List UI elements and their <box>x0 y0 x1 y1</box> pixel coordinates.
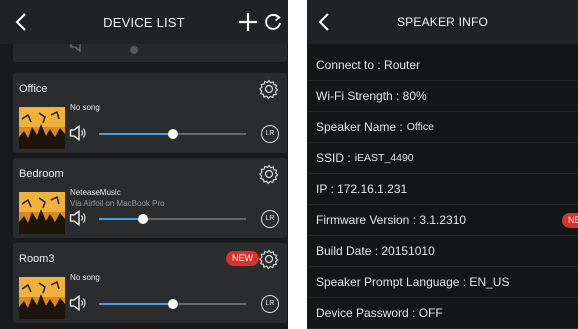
speaker-icon <box>70 44 81 52</box>
page-title: DEVICE LIST <box>103 14 185 30</box>
volume-thumb <box>130 46 138 54</box>
device-list-header: DEVICE LIST <box>0 0 288 44</box>
speaker-name-value: Office <box>406 121 434 133</box>
song-title: No song <box>70 103 100 112</box>
speaker-name-row[interactable]: Speaker Name : Office <box>307 112 578 143</box>
album-art <box>19 107 65 149</box>
speaker-name-label: Speaker Name : <box>316 120 403 134</box>
ssid-value: iEAST_4490 <box>354 152 414 164</box>
lr-channel-button[interactable]: LR <box>261 210 279 228</box>
volume-thumb[interactable] <box>138 214 149 224</box>
back-arrow-icon[interactable] <box>313 10 337 34</box>
settings-gear-icon[interactable] <box>258 163 280 185</box>
prompt-language-row[interactable]: Speaker Prompt Language : EN_US <box>307 267 578 298</box>
page-title: SPEAKER INFO <box>396 15 489 29</box>
device-card-office[interactable]: Office No song LR <box>13 73 287 153</box>
build-date-text: Build Date : 20151010 <box>316 244 435 258</box>
volume-slider[interactable] <box>99 129 246 139</box>
wifi-strength-row: Wi-Fi Strength : 80% <box>307 81 578 112</box>
lr-channel-button[interactable]: LR <box>261 125 279 143</box>
device-password-text: Device Password : OFF <box>316 306 443 320</box>
add-device-icon[interactable] <box>237 11 259 33</box>
new-firmware-badge: NEW <box>226 251 259 266</box>
device-name: Room3 <box>19 253 55 265</box>
volume-fill <box>99 303 173 305</box>
speaker-volume-icon[interactable] <box>69 210 87 226</box>
device-name: Office <box>19 83 48 95</box>
back-arrow-icon[interactable] <box>10 10 34 34</box>
ssid-label: SSID : <box>316 151 351 165</box>
device-name: Bedroom <box>19 168 64 180</box>
device-card-partial <box>13 44 287 62</box>
volume-slider[interactable] <box>99 299 246 309</box>
song-title: NeteaseMusic <box>70 188 121 197</box>
firmware-text: Firmware Version : 3.1.2310 <box>316 213 467 227</box>
speaker-volume-icon[interactable] <box>69 295 87 311</box>
settings-gear-icon[interactable] <box>258 248 280 270</box>
prompt-language-text: Speaker Prompt Language : EN_US <box>316 275 510 289</box>
device-list-screen: DEVICE LIST Office No song LR Bedroom Ne… <box>0 0 288 329</box>
build-date-row: Build Date : 20151010 <box>307 236 578 267</box>
volume-fill <box>99 133 173 135</box>
device-card-bedroom[interactable]: Bedroom NeteaseMusic Via Airfoil on MacB… <box>13 158 287 238</box>
device-password-row[interactable]: Device Password : OFF <box>307 298 578 329</box>
device-card-room3[interactable]: Room3 NEW No song LR <box>13 243 287 323</box>
speaker-volume-icon[interactable] <box>69 125 87 141</box>
ip-row: IP : 172.16.1.231 <box>307 174 578 205</box>
volume-fill <box>99 218 144 220</box>
settings-gear-icon[interactable] <box>258 78 280 100</box>
connect-to-text: Connect to : Router <box>316 58 421 72</box>
volume-thumb[interactable] <box>167 299 178 309</box>
volume-thumb[interactable] <box>167 129 178 139</box>
refresh-icon[interactable] <box>263 12 283 32</box>
speaker-info-screen: SPEAKER INFO Connect to : Router Wi-Fi S… <box>307 0 578 329</box>
speaker-info-header: SPEAKER INFO <box>307 0 578 44</box>
firmware-new-badge: NEW <box>562 213 578 228</box>
screen-divider <box>288 0 307 329</box>
album-art <box>19 192 65 234</box>
volume-slider[interactable] <box>99 214 246 224</box>
song-title: No song <box>70 273 100 282</box>
wifi-strength-text: Wi-Fi Strength : 80% <box>316 89 427 103</box>
ssid-row[interactable]: SSID : iEAST_4490 <box>307 143 578 174</box>
song-source: Via Airfoil on MacBook Pro <box>70 199 165 208</box>
firmware-row[interactable]: Firmware Version : 3.1.2310 NEW <box>307 205 578 236</box>
lr-channel-button[interactable]: LR <box>261 295 279 313</box>
ip-text: IP : 172.16.1.231 <box>316 182 408 196</box>
connect-to-row[interactable]: Connect to : Router <box>307 50 578 81</box>
album-art <box>19 277 65 319</box>
